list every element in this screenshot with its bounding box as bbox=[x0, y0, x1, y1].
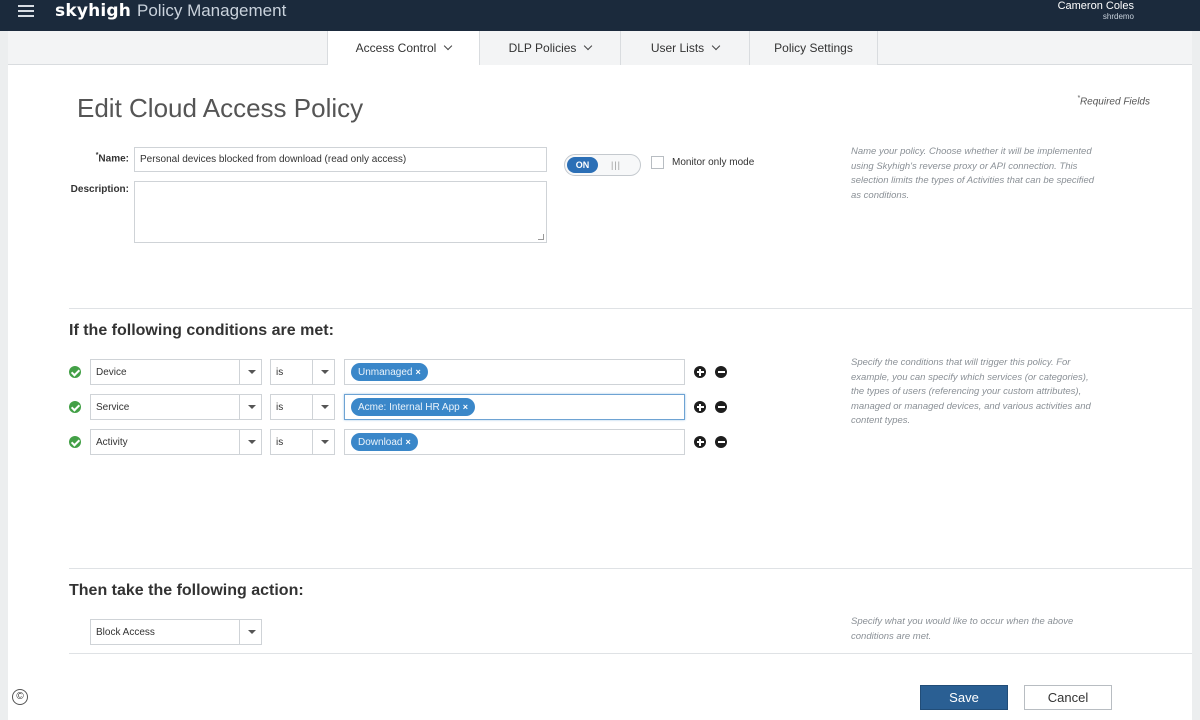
value-tag: Acme: Internal HR App × bbox=[351, 398, 475, 416]
check-circle-icon bbox=[69, 366, 81, 378]
frame-left bbox=[0, 31, 8, 720]
section-divider bbox=[69, 653, 1192, 654]
description-textarea[interactable] bbox=[134, 181, 547, 243]
tab-access-control[interactable]: Access Control bbox=[327, 31, 479, 65]
add-condition-icon[interactable] bbox=[694, 366, 706, 378]
dropdown-arrow-icon bbox=[312, 430, 334, 454]
chevron-down-icon bbox=[711, 41, 721, 51]
select-value: Service bbox=[96, 402, 130, 413]
hamburger-menu-icon[interactable] bbox=[18, 5, 34, 19]
dropdown-arrow-icon bbox=[312, 395, 334, 419]
tag-label: Acme: Internal HR App bbox=[358, 402, 460, 413]
tag-label: Unmanaged bbox=[358, 367, 413, 378]
name-label: *Name: bbox=[60, 152, 129, 164]
select-value: is bbox=[276, 367, 284, 378]
condition-operator-select[interactable]: is bbox=[270, 394, 335, 420]
required-note-text: Required Fields bbox=[1079, 96, 1150, 108]
action-help-text: Specify what you would like to occur whe… bbox=[851, 616, 1074, 642]
select-value: Device bbox=[96, 367, 127, 378]
condition-field-select[interactable]: Device bbox=[90, 359, 262, 385]
section-divider bbox=[69, 308, 1192, 309]
select-value: Block Access bbox=[96, 627, 155, 638]
chevron-down-icon bbox=[444, 41, 453, 51]
value-tag: Unmanaged × bbox=[351, 363, 428, 381]
value-tag: Download × bbox=[351, 433, 418, 451]
user-name: Cameron Coles bbox=[1057, 0, 1134, 12]
page-title: Edit Cloud Access Policy bbox=[77, 93, 364, 123]
remove-condition-icon[interactable] bbox=[715, 401, 727, 413]
save-button[interactable]: Save bbox=[920, 685, 1008, 710]
user-menu[interactable]: Cameron Coles shrdemo bbox=[1058, 0, 1134, 22]
action-title: Then take the following action: bbox=[69, 582, 304, 599]
tab-label: Policy Settings bbox=[774, 41, 853, 55]
monitor-only-checkbox[interactable] bbox=[651, 156, 664, 169]
condition-value-input[interactable]: Acme: Internal HR App × bbox=[344, 394, 685, 420]
name-label-text: Name: bbox=[98, 153, 129, 165]
skyhigh-logo[interactable]: skyhigh bbox=[55, 1, 131, 21]
app-title: Policy Management bbox=[137, 1, 287, 20]
monitor-only-label[interactable]: Monitor only mode bbox=[672, 157, 754, 168]
remove-condition-icon[interactable] bbox=[715, 366, 727, 378]
top-header: skyhigh Policy Management Cameron Coles … bbox=[0, 0, 1200, 31]
policy-enabled-toggle[interactable]: ON ||| bbox=[564, 154, 641, 176]
cancel-button[interactable]: Cancel bbox=[1024, 685, 1112, 710]
condition-operator-select[interactable]: is bbox=[270, 359, 335, 385]
tab-label: User Lists bbox=[650, 41, 705, 55]
condition-field-select[interactable]: Service bbox=[90, 394, 262, 420]
tag-label: Download bbox=[358, 437, 403, 448]
condition-value-input[interactable]: Unmanaged × bbox=[344, 359, 685, 385]
add-condition-icon[interactable] bbox=[694, 436, 706, 448]
policy-name-input[interactable]: Personal devices blocked from download (… bbox=[134, 147, 547, 172]
check-circle-icon bbox=[69, 401, 81, 413]
check-circle-icon bbox=[69, 436, 81, 448]
select-value: Activity bbox=[96, 437, 128, 448]
remove-tag-icon[interactable]: × bbox=[463, 402, 468, 412]
condition-field-select[interactable]: Activity bbox=[90, 429, 262, 455]
dropdown-arrow-icon bbox=[239, 395, 261, 419]
toggle-grip-icon: ||| bbox=[611, 160, 622, 170]
tab-policy-settings[interactable]: Policy Settings bbox=[749, 31, 877, 65]
user-org: shrdemo bbox=[1102, 12, 1134, 21]
chevron-down-icon bbox=[584, 41, 593, 51]
dropdown-arrow-icon bbox=[239, 430, 261, 454]
select-value: is bbox=[276, 437, 284, 448]
condition-operator-select[interactable]: is bbox=[270, 429, 335, 455]
copyright-icon: © bbox=[12, 689, 28, 705]
tab-user-lists[interactable]: User Lists bbox=[620, 31, 749, 65]
tab-label: DLP Policies bbox=[508, 41, 577, 55]
conditions-title: If the following conditions are met: bbox=[69, 322, 334, 339]
section-divider bbox=[69, 568, 1192, 569]
dropdown-arrow-icon bbox=[239, 620, 261, 644]
remove-condition-icon[interactable] bbox=[715, 436, 727, 448]
conditions-help-text: Specify the conditions that will trigger… bbox=[851, 357, 1091, 426]
policy-nav: Access Control DLP Policies User Lists P… bbox=[8, 31, 1192, 65]
action-select[interactable]: Block Access bbox=[90, 619, 262, 645]
resize-handle-icon[interactable] bbox=[538, 234, 544, 240]
frame-right bbox=[1192, 31, 1200, 720]
toggle-on-label: ON bbox=[567, 157, 598, 173]
select-value: is bbox=[276, 402, 284, 413]
remove-tag-icon[interactable]: × bbox=[415, 367, 420, 377]
tab-divider bbox=[877, 31, 878, 65]
add-condition-icon[interactable] bbox=[694, 401, 706, 413]
policy-name-value: Personal devices blocked from download (… bbox=[140, 154, 407, 165]
tab-dlp-policies[interactable]: DLP Policies bbox=[479, 31, 620, 65]
tab-label: Access Control bbox=[355, 41, 437, 55]
condition-value-input[interactable]: Download × bbox=[344, 429, 685, 455]
required-fields-note: *Required Fields bbox=[1060, 95, 1150, 107]
dropdown-arrow-icon bbox=[312, 360, 334, 384]
remove-tag-icon[interactable]: × bbox=[405, 437, 410, 447]
name-help-text: Name your policy. Choose whether it will… bbox=[851, 146, 1095, 201]
description-label: Description: bbox=[70, 184, 129, 195]
dropdown-arrow-icon bbox=[239, 360, 261, 384]
